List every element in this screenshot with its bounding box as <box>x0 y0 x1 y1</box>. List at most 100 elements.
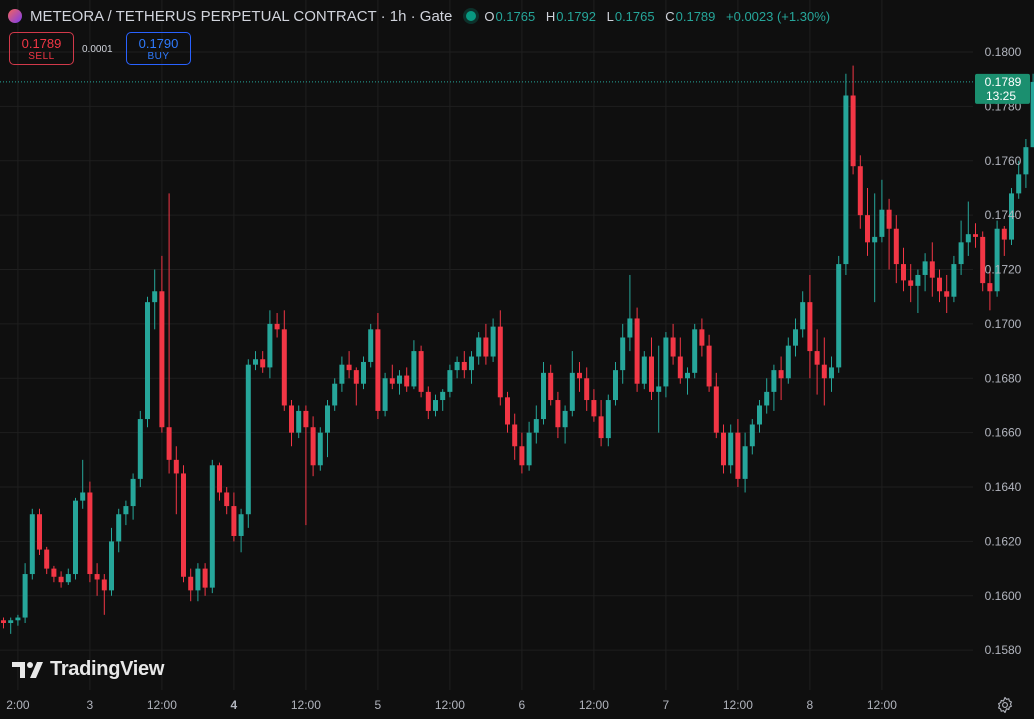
candle-body <box>101 579 107 591</box>
candle-body <box>145 302 150 420</box>
candle-body <box>8 620 14 623</box>
ohlc-low-value: 0.1765 <box>614 8 655 24</box>
candle-body <box>418 351 424 392</box>
candle-body <box>569 372 575 411</box>
candle-body <box>389 378 395 384</box>
candle-body <box>368 329 374 362</box>
y-tick-label: 0.1600 <box>985 589 1022 603</box>
candle-body <box>224 492 230 507</box>
candle-body <box>764 391 770 406</box>
time-axis[interactable]: 2:00 3 12:00 4 12:00 5 12:00 6 12:00 7 12:00 8 12:00 <box>6 698 897 712</box>
candle-body <box>649 356 654 392</box>
candle-body <box>893 228 899 265</box>
candle-body <box>73 500 78 575</box>
candle-body <box>771 370 777 392</box>
candle-body <box>109 541 114 591</box>
candle-body <box>555 400 561 428</box>
candle-body <box>915 274 921 286</box>
ohlc-low-key: L <box>606 8 614 24</box>
candle-body <box>951 264 957 297</box>
candle-body <box>181 473 186 577</box>
candle-body <box>1023 147 1029 175</box>
candle-body <box>541 372 546 420</box>
candle-body <box>231 506 237 536</box>
candle-body <box>512 424 518 447</box>
candle-body <box>677 356 683 379</box>
candle-body <box>944 291 950 297</box>
candle-body <box>793 329 798 346</box>
sell-label: SELL <box>28 51 55 62</box>
ohlc-open-key: O <box>484 8 495 24</box>
candle-body <box>865 215 870 243</box>
market-status-icon <box>466 11 477 21</box>
candle-body <box>166 427 172 460</box>
candle-body <box>325 405 330 433</box>
candle-body <box>303 410 309 428</box>
candle-body <box>742 446 748 479</box>
x-tick-label: 2:00 <box>6 698 30 712</box>
candle-body <box>87 492 93 575</box>
candle-body <box>548 372 554 401</box>
x-tick-label: 8 <box>807 698 814 712</box>
settings-gear-icon[interactable] <box>996 696 1014 714</box>
candle-body <box>533 419 539 433</box>
candle-body <box>490 326 496 357</box>
candle-body <box>699 329 705 346</box>
price-axis[interactable]: 0.18000.17800.17600.17400.17200.17000.16… <box>985 45 1022 657</box>
candle-body <box>65 574 71 583</box>
x-tick-label: 6 <box>519 698 526 712</box>
candle-body <box>454 361 460 371</box>
candle-body <box>195 568 201 591</box>
candle-body <box>785 345 791 379</box>
buy-button[interactable]: 0.1790 BUY <box>126 32 191 65</box>
candle-body <box>987 283 993 292</box>
candle-body <box>296 410 302 433</box>
candle-body <box>670 337 676 357</box>
candle-body <box>202 568 208 588</box>
candle-body <box>1001 228 1007 240</box>
symbol-title[interactable]: METEORA / TETHERUS PERPETUAL CONTRACT · … <box>30 8 452 25</box>
candle-body <box>706 345 712 387</box>
x-tick-label: 12:00 <box>435 698 465 712</box>
ohlc-high-value: 0.1792 <box>556 8 596 24</box>
x-tick-label: 12:00 <box>723 698 753 712</box>
candle-body <box>123 506 129 515</box>
candle-body <box>332 383 338 406</box>
candle-body <box>850 95 856 167</box>
x-tick-label: 5 <box>375 698 382 712</box>
candle-body <box>58 576 64 583</box>
candle-body <box>627 318 633 338</box>
candle-body <box>361 361 366 384</box>
candle-body <box>937 277 942 292</box>
candle-body <box>483 337 489 357</box>
candle-body <box>267 323 273 368</box>
ohlc-high-key: H <box>545 8 556 24</box>
candle-body <box>253 359 258 365</box>
sell-button[interactable]: 0.1789 SELL <box>9 32 74 65</box>
candle-body <box>433 400 438 411</box>
x-tick-label: 12:00 <box>579 698 609 712</box>
candle-body <box>721 432 726 466</box>
y-tick-label: 0.1680 <box>985 371 1022 385</box>
symbol-icon[interactable] <box>8 9 22 23</box>
ohlc-values: O0.1765 H0.1792 L0.1765 C0.1789 +0.0023 … <box>484 9 837 24</box>
candle-body <box>641 356 647 384</box>
candle-body <box>620 337 626 371</box>
sell-price: 0.1789 <box>21 36 62 51</box>
tradingview-logo[interactable]: TradingView <box>12 658 164 681</box>
candle-body <box>685 372 690 379</box>
candle-body <box>51 568 57 577</box>
last-price-value: 0.1789 <box>985 75 1022 89</box>
y-tick-label: 0.1740 <box>985 208 1022 222</box>
candlestick-chart[interactable]: 0.18000.17800.17600.17400.17200.17000.16… <box>0 0 1034 719</box>
candle-body <box>749 424 755 447</box>
candle-body <box>217 465 222 493</box>
candle-body <box>605 400 611 439</box>
candle-body <box>440 391 446 401</box>
candle-body <box>353 370 359 384</box>
candle-body <box>879 209 885 237</box>
ohlc-change-value: +0.0023 (+1.30%) <box>726 8 831 24</box>
candle-body <box>245 364 251 515</box>
candle-body <box>260 359 266 368</box>
candle-body <box>584 378 590 401</box>
